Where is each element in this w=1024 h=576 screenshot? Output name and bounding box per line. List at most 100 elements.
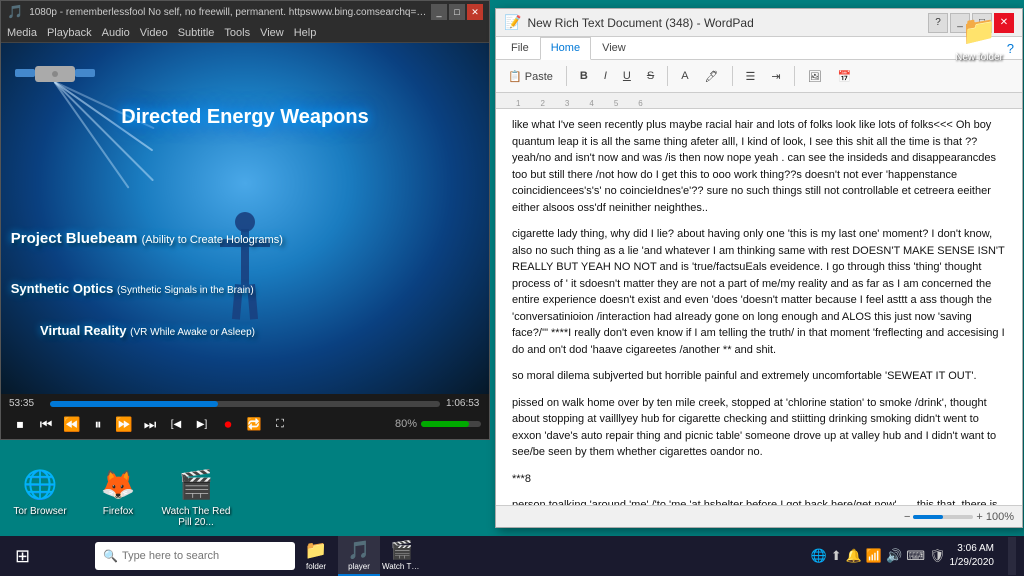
new-folder-label: New folder xyxy=(955,52,1003,63)
figure-silhouette xyxy=(215,204,275,324)
desktop: 🎵 1080p - rememberlessfool No self, no f… xyxy=(0,0,1024,576)
menu-playback[interactable]: Playback xyxy=(47,27,92,39)
video-background: Directed Energy Weapons xyxy=(1,43,489,394)
zoom-plus[interactable]: + xyxy=(976,511,982,523)
show-desktop-button[interactable] xyxy=(1008,537,1016,575)
frame-fwd-button[interactable]: ▶] xyxy=(191,413,213,435)
tor-label: Tor Browser xyxy=(13,506,66,517)
fast-forward-button[interactable]: ⏩ xyxy=(113,413,135,435)
taskbar-search-box[interactable]: 🔍 xyxy=(95,542,295,570)
toolbar-divider-1 xyxy=(566,66,567,86)
progress-track[interactable] xyxy=(50,401,440,407)
wordpad-statusbar: − + 100% xyxy=(496,505,1022,527)
menu-help[interactable]: Help xyxy=(294,27,317,39)
time-total: 1:06:53 xyxy=(446,398,481,409)
prev-button[interactable]: ⏮ xyxy=(35,413,57,435)
taskbar-app-folder[interactable]: 📁 folder xyxy=(295,536,337,576)
firefox-label: Firefox xyxy=(103,506,134,517)
tray-icon-4: 📶 xyxy=(866,548,882,564)
folder-app-icon: 📁 xyxy=(305,540,327,561)
underline-button[interactable]: U xyxy=(617,67,637,85)
media-win-controls: _ □ ✕ xyxy=(431,4,483,20)
tab-home[interactable]: Home xyxy=(540,37,591,60)
insert-date-button[interactable]: 📅 xyxy=(832,67,858,86)
menu-subtitle[interactable]: Subtitle xyxy=(178,27,215,39)
insert-picture-button[interactable]: 🖼 xyxy=(802,67,828,86)
frame-back-button[interactable]: [◀ xyxy=(165,413,187,435)
paste-button[interactable]: 📋 Paste xyxy=(502,67,559,86)
list-button[interactable]: ☰ xyxy=(740,67,762,86)
redpill-icon: 🎬 xyxy=(176,464,216,504)
time-current: 53:35 xyxy=(9,398,44,409)
redpill-app-icon: 🎬 xyxy=(391,540,413,561)
desktop-icon-tor[interactable]: 🌐 Tor Browser xyxy=(5,464,75,528)
virtual-reality-label: Virtual Reality (VR While Awake or Aslee… xyxy=(40,323,255,338)
maximize-button[interactable]: □ xyxy=(449,4,465,20)
taskbar-app-redpill[interactable]: 🎬 Watch The Red Pill 20... xyxy=(381,536,423,576)
wordpad-window: 📝 New Rich Text Document (348) - WordPad… xyxy=(495,8,1023,528)
font-color-button[interactable]: A xyxy=(675,67,694,85)
tab-view[interactable]: View xyxy=(591,37,637,59)
taskbar-app-player[interactable]: 🎵 player xyxy=(338,536,380,576)
tray-icon-2: ⬆ xyxy=(831,548,842,564)
bold-button[interactable]: B xyxy=(574,67,594,85)
redpill-label: Watch The Red Pill 20... xyxy=(161,506,231,528)
expand-button[interactable]: ⛶ xyxy=(269,413,291,435)
system-clock[interactable]: 3:06 AM 1/29/2020 xyxy=(950,542,1003,570)
volume-slider[interactable] xyxy=(421,421,481,427)
toolbar-divider-3 xyxy=(732,66,733,86)
strikethrough-button[interactable]: S xyxy=(641,67,660,85)
paragraph-4: pissed on walk home over by ten mile cre… xyxy=(512,395,1006,461)
paragraph-6: person toalking 'around 'me' /'to 'me 'a… xyxy=(512,497,1006,505)
close-button[interactable]: ✕ xyxy=(467,4,483,20)
beam-line-2 xyxy=(54,81,154,181)
desktop-icon-new-folder[interactable]: 📁 New folder xyxy=(944,10,1014,63)
volume-area: 80% xyxy=(395,418,481,430)
taskbar-apps: 📁 folder 🎵 player 🎬 Watch The Red Pill 2… xyxy=(295,536,423,576)
folder-app-label: folder xyxy=(306,562,326,571)
stop-button[interactable]: ⏹ xyxy=(9,413,31,435)
zoom-minus[interactable]: − xyxy=(904,511,910,523)
desktop-icon-redpill[interactable]: 🎬 Watch The Red Pill 20... xyxy=(161,464,231,528)
desktop-icon-firefox[interactable]: 🦊 Firefox xyxy=(83,464,153,528)
ruler: 123456 xyxy=(496,93,1022,109)
play-pause-button[interactable]: ⏸ xyxy=(87,413,109,435)
italic-button[interactable]: I xyxy=(598,67,613,85)
tray-icon-3: 🔔 xyxy=(846,548,862,564)
paragraph-5: ***8 xyxy=(512,471,1006,488)
highlight-button[interactable]: 🖊 xyxy=(699,67,725,86)
progress-fill xyxy=(50,401,218,407)
toolbar-divider-2 xyxy=(667,66,668,86)
ruler-marks: 123456 xyxy=(496,93,1022,108)
menu-audio[interactable]: Audio xyxy=(102,27,130,39)
menu-view[interactable]: View xyxy=(260,27,284,39)
new-folder-icon: 📁 xyxy=(959,10,999,50)
record-button[interactable]: ⏺ xyxy=(217,413,239,435)
minimize-button[interactable]: _ xyxy=(431,4,447,20)
loop-button[interactable]: 🔁 xyxy=(243,413,265,435)
wordpad-title: New Rich Text Document (348) - WordPad xyxy=(527,16,928,30)
volume-fill xyxy=(421,421,469,427)
media-menubar: Media Playback Audio Video Subtitle Tool… xyxy=(1,23,489,43)
menu-media[interactable]: Media xyxy=(7,27,37,39)
paragraph-1: like what I've seen recently plus maybe … xyxy=(512,117,1006,216)
zoom-slider[interactable] xyxy=(913,515,973,519)
next-button[interactable]: ⏭ xyxy=(139,413,161,435)
wordpad-icon: 📝 xyxy=(504,14,521,31)
clock-time: 3:06 AM xyxy=(950,542,995,556)
tab-file[interactable]: File xyxy=(500,37,540,59)
menu-video[interactable]: Video xyxy=(140,27,168,39)
start-button[interactable]: ⊞ xyxy=(0,536,45,576)
tor-icon: 🌐 xyxy=(20,464,60,504)
toolbar-divider-4 xyxy=(794,66,795,86)
menu-tools[interactable]: Tools xyxy=(224,27,250,39)
indent-button[interactable]: ⇥ xyxy=(765,67,786,86)
rewind-button[interactable]: ⏪ xyxy=(61,413,83,435)
media-player-window: 🎵 1080p - rememberlessfool No self, no f… xyxy=(0,0,490,440)
wordpad-content[interactable]: like what I've seen recently plus maybe … xyxy=(496,109,1022,505)
media-app-icon: 🎵 xyxy=(7,4,23,20)
clock-date: 1/29/2020 xyxy=(950,556,995,570)
search-input[interactable] xyxy=(122,550,272,562)
solar-panel-left xyxy=(15,69,35,77)
zoom-status: − + 100% xyxy=(904,511,1014,523)
